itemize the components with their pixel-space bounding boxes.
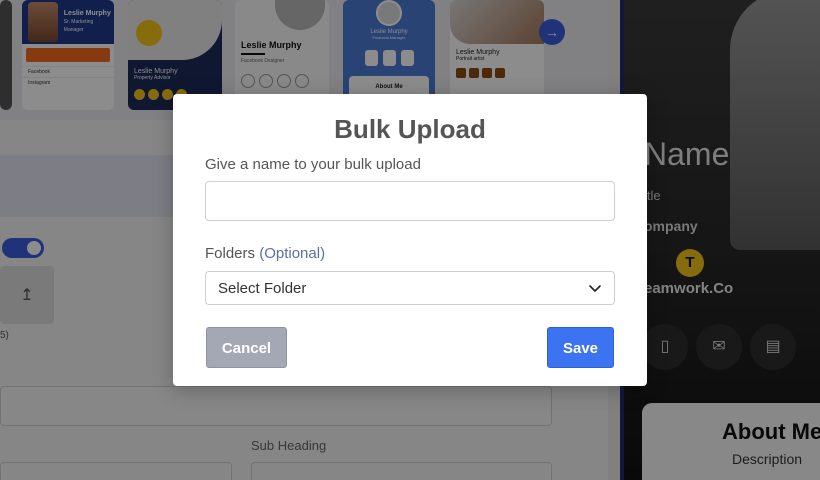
bulk-upload-name-label: Give a name to your bulk upload [205,156,421,173]
save-button[interactable]: Save [547,327,614,368]
bulk-upload-dialog: Bulk Upload Give a name to your bulk upl… [173,94,647,386]
cancel-button[interactable]: Cancel [206,327,287,368]
chevron-down-icon [589,285,601,292]
folder-select[interactable]: Select Folder [205,271,615,305]
folder-select-value: Select Folder [218,279,307,297]
bulk-upload-name-input[interactable] [205,181,615,221]
optional-hint: (Optional) [259,245,326,262]
folders-label: Folders (Optional) [205,245,326,262]
dialog-title: Bulk Upload [334,114,486,144]
